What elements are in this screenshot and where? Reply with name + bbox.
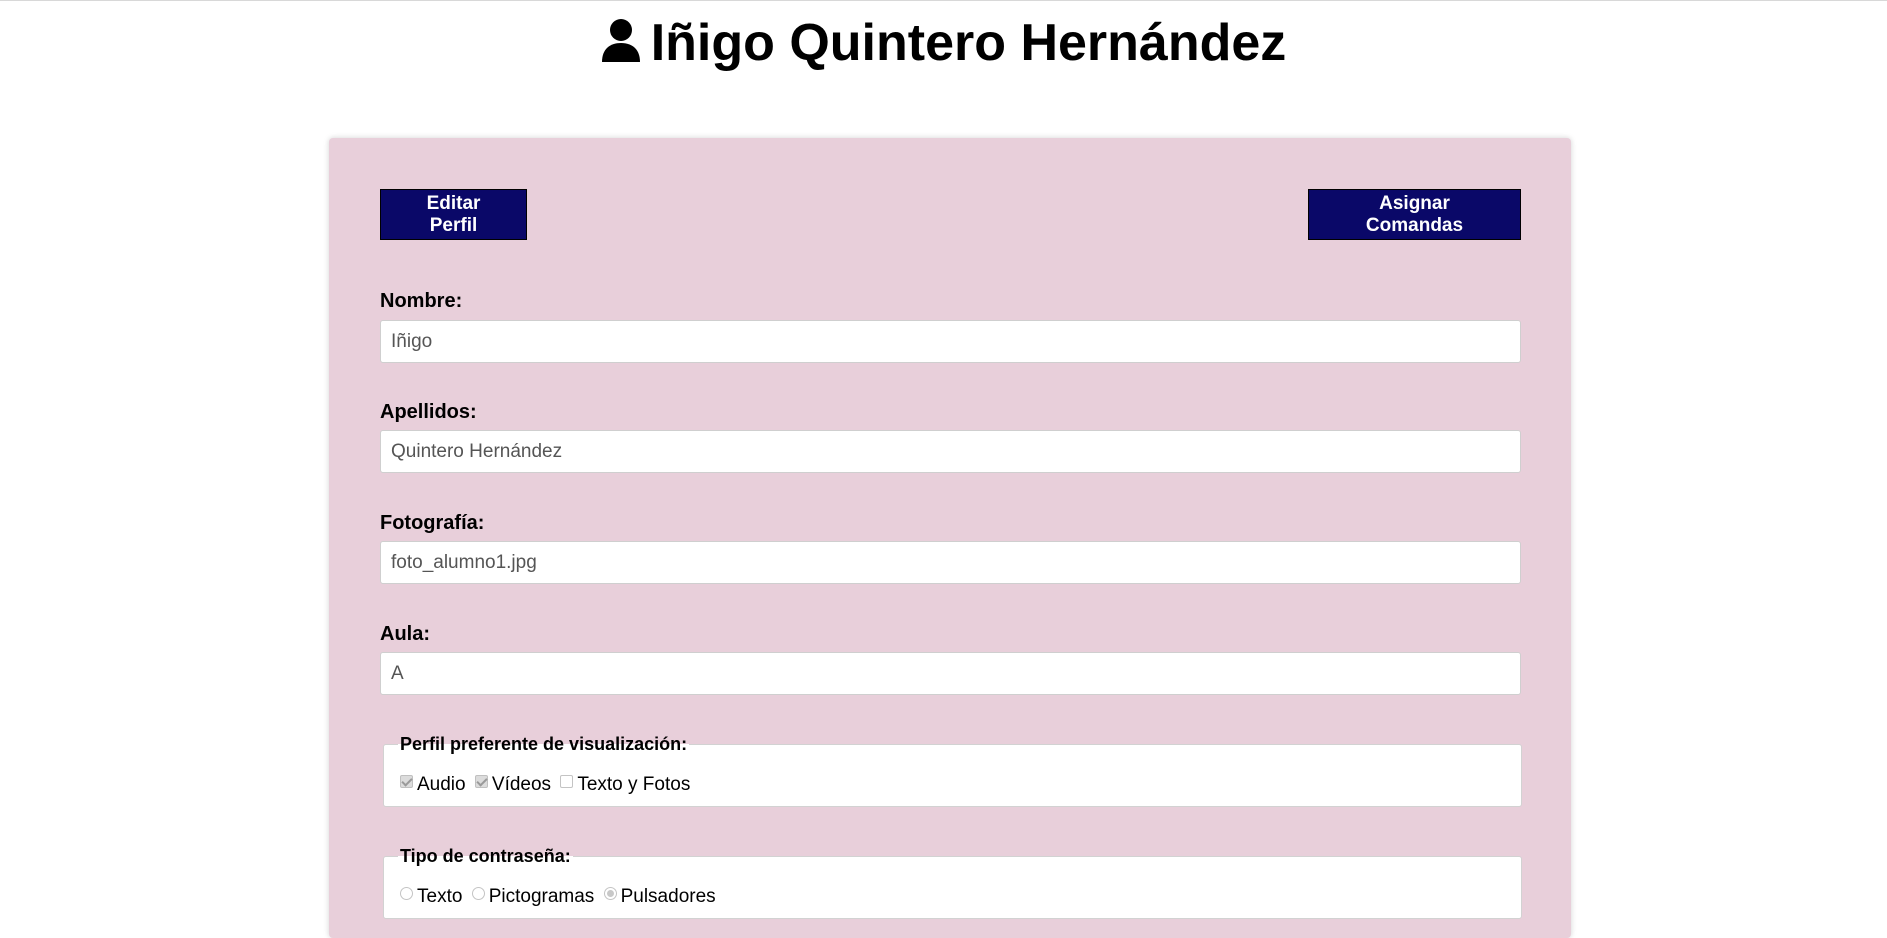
page-title-text: Iñigo Quintero Hernández [650, 14, 1287, 72]
page-title: Iñigo Quintero Hernández [0, 12, 1887, 74]
fotografia-label: Fotografía: [380, 512, 485, 534]
option-texto[interactable]: Texto [400, 885, 462, 909]
top-divider [0, 0, 1887, 1]
pulsadores-label: Pulsadores [620, 886, 716, 907]
user-icon [601, 19, 640, 62]
visualizacion-fieldset: Perfil preferente de visualización: Audi… [383, 733, 1522, 807]
contrasena-options: Texto Pictogramas Pulsadores [400, 885, 720, 909]
option-texto-fotos[interactable]: Texto y Fotos [560, 773, 690, 797]
pictogramas-label: Pictogramas [488, 886, 595, 907]
nombre-field[interactable] [380, 320, 1521, 363]
option-pictogramas[interactable]: Pictogramas [471, 885, 595, 909]
option-audio[interactable]: Audio [400, 773, 466, 797]
videos-checkbox[interactable] [474, 775, 488, 788]
nombre-label: Nombre: [380, 290, 463, 312]
option-videos[interactable]: Vídeos [474, 773, 552, 797]
fotografia-field[interactable] [380, 541, 1521, 584]
profile-card: Editar Perfil Asignar Comandas Nombre: A… [329, 138, 1571, 938]
texto-fotos-checkbox[interactable] [560, 775, 574, 788]
audio-checkbox[interactable] [400, 775, 413, 788]
visualizacion-options: Audio Vídeos Texto y Fotos [400, 773, 694, 797]
contrasena-legend: Tipo de contraseña: [398, 845, 573, 867]
audio-label: Audio [417, 774, 466, 795]
contrasena-fieldset: Tipo de contraseña: Texto Pictogramas Pu… [383, 845, 1522, 919]
edit-profile-button[interactable]: Editar Perfil [380, 189, 527, 240]
apellidos-field[interactable] [380, 430, 1521, 473]
pictogramas-radio[interactable] [471, 887, 485, 900]
apellidos-label: Apellidos: [380, 401, 477, 423]
visualizacion-legend: Perfil preferente de visualización: [398, 733, 690, 755]
videos-label: Vídeos [491, 774, 552, 795]
aula-field[interactable] [380, 652, 1521, 695]
pulsadores-radio[interactable] [603, 887, 617, 900]
aula-label: Aula: [380, 623, 430, 645]
option-pulsadores[interactable]: Pulsadores [603, 885, 716, 909]
assign-orders-button[interactable]: Asignar Comandas [1308, 189, 1521, 240]
texto-label: Texto [417, 886, 463, 907]
texto-radio[interactable] [400, 887, 413, 900]
texto-fotos-label: Texto y Fotos [577, 774, 691, 795]
